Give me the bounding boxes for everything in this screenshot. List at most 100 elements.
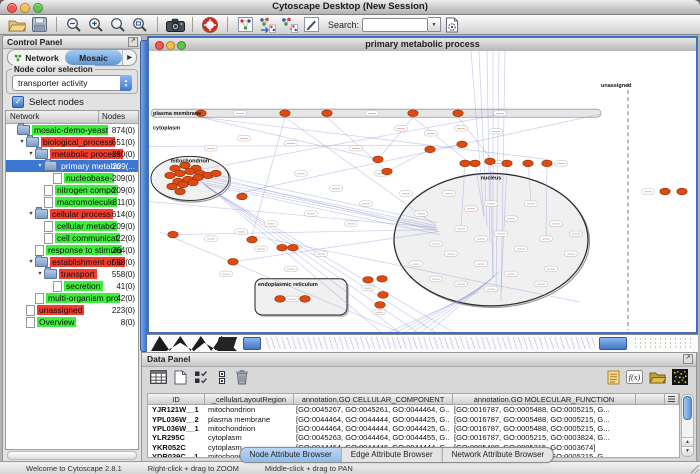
snapshot-icon[interactable]	[165, 16, 185, 34]
table-row[interactable]: YPL036W__1mitochondrion[GO:0044464, GO:0…	[148, 424, 679, 433]
column-header[interactable]: annotation.GO MOLECULAR_FUNCTION	[453, 394, 636, 405]
tree-row-nitrogen-compo[interactable]: nitrogen compo209(0)	[6, 184, 138, 196]
tree-row-transport[interactable]: ▼transport558(0)	[6, 268, 138, 280]
search-dropdown-button[interactable]: ▼	[428, 17, 441, 32]
attribute-editor-icon[interactable]	[607, 370, 620, 390]
tree-row-overview[interactable]: Overview8(0)	[6, 316, 138, 328]
select-nodes-checkbox[interactable]: ✓	[12, 96, 24, 108]
tree-row-secretion[interactable]: secretion41(0)	[6, 280, 138, 292]
tab-mosaic[interactable]: Mosaic	[65, 50, 122, 65]
scroll-down-button[interactable]: ▼	[682, 446, 693, 456]
gene-node[interactable]	[373, 156, 383, 163]
background-hscroll-thumb[interactable]	[599, 337, 627, 350]
gene-node[interactable]	[188, 179, 198, 186]
float-panel-icon[interactable]: ↗	[128, 37, 138, 47]
network-window-titlebar[interactable]: primary metabolic process	[149, 38, 696, 52]
gene-node[interactable]	[363, 277, 373, 284]
gene-node[interactable]	[175, 170, 185, 177]
tree-row-cellular-metabo[interactable]: cellular metabo209(0)	[6, 220, 138, 232]
node-color-select[interactable]: transporter activity ▲▼	[12, 75, 132, 91]
import-attributes-icon[interactable]	[649, 371, 666, 389]
gene-node[interactable]	[408, 110, 418, 117]
gene-node[interactable]	[425, 146, 435, 153]
zoom-selected-icon[interactable]	[108, 16, 128, 34]
tab-network[interactable]: Network	[8, 50, 65, 65]
gene-node[interactable]	[288, 244, 298, 251]
gene-node[interactable]	[167, 183, 177, 190]
gene-node[interactable]	[457, 141, 467, 148]
tree-row-cellular-process[interactable]: ▼cellular process614(0)	[6, 208, 138, 220]
network-modify-icon[interactable]	[257, 16, 277, 34]
control-panel-hscrollbar[interactable]	[7, 451, 137, 460]
zoom-out-icon[interactable]	[64, 16, 84, 34]
gene-node[interactable]	[185, 168, 195, 175]
select-attributes-icon[interactable]	[194, 370, 211, 390]
gene-node[interactable]	[275, 296, 285, 303]
gene-node[interactable]	[280, 110, 290, 117]
tree-row-cell-communicat[interactable]: cell communicat22(0)	[6, 232, 138, 244]
network-destroy-icon[interactable]	[279, 16, 299, 34]
table-row[interactable]: YJR121W__1mitochondrion[GO:0045267, GO:0…	[148, 405, 679, 414]
help-icon[interactable]	[200, 16, 220, 34]
gene-node[interactable]	[502, 160, 512, 167]
tree-row-unassigned[interactable]: unassigned223(0)	[6, 304, 138, 316]
gene-node[interactable]	[247, 236, 257, 243]
tab-network-attribute-browser[interactable]: Network Attribute Browser	[442, 448, 553, 462]
attribute-table-icon[interactable]	[150, 370, 167, 389]
column-header[interactable]: _cellularLayoutRegion	[205, 394, 294, 405]
gene-node[interactable]	[300, 296, 310, 303]
gene-node[interactable]	[485, 158, 495, 165]
annotation-icon[interactable]	[301, 16, 321, 34]
gene-node[interactable]	[460, 160, 470, 167]
search-input[interactable]	[362, 18, 428, 32]
tree-row-metabolic-process[interactable]: ▼metabolic process280(0)	[6, 148, 138, 160]
tree-row-primary-metabo[interactable]: ▼primary metabo209(...	[6, 160, 138, 172]
float-panel-icon[interactable]: ↗	[683, 354, 693, 364]
gene-node[interactable]	[470, 160, 480, 167]
gene-node[interactable]	[211, 170, 221, 177]
gene-node[interactable]	[378, 292, 388, 299]
column-options-icon[interactable]	[665, 394, 679, 405]
save-session-icon[interactable]	[29, 16, 49, 34]
tab-overflow-button[interactable]: ▶	[122, 50, 136, 65]
title-bar[interactable]: Cytoscape Desktop (New Session)	[0, 0, 700, 15]
gene-node[interactable]	[322, 110, 332, 117]
gene-node[interactable]	[453, 110, 463, 117]
attribute-table-scrollbar[interactable]: ▲ ▼	[681, 394, 694, 457]
expander-icon[interactable]: ▼	[27, 151, 35, 157]
new-attribute-icon[interactable]	[174, 370, 187, 390]
tree-row-macromolecule[interactable]: macromolecule311(0)	[6, 196, 138, 208]
gene-node[interactable]	[523, 160, 533, 167]
gene-node[interactable]	[175, 188, 185, 195]
attribute-matrix-icon[interactable]	[672, 369, 688, 390]
gene-node[interactable]	[377, 275, 387, 282]
zoom-fit-icon[interactable]	[130, 16, 150, 34]
tree-row-establishment-of-lo[interactable]: ▼establishment of lo558(0)	[6, 256, 138, 268]
gene-node[interactable]	[165, 172, 175, 179]
gene-node[interactable]	[237, 193, 247, 200]
network-overview-icon[interactable]	[235, 16, 255, 34]
gene-node[interactable]	[168, 231, 178, 238]
delete-attribute-icon[interactable]	[235, 369, 249, 390]
table-row[interactable]: YPL036W__2plasma membrane[GO:0044464, GO…	[148, 414, 679, 423]
scrollbar-thumb[interactable]	[683, 396, 692, 420]
tree-row-response-to-stimulu[interactable]: response to stimulu264(0)	[6, 244, 138, 256]
tab-node-attribute-browser[interactable]: Node Attribute Browser	[241, 448, 341, 462]
expander-icon[interactable]: ▼	[36, 271, 44, 277]
tree-row-biological-process[interactable]: ▼biological_process651(0)	[6, 136, 138, 148]
tree-row-mosaic-demo-yeast[interactable]: mosaic-demo-yeast874(0)	[6, 124, 138, 136]
open-file-icon[interactable]	[7, 16, 27, 34]
column-header[interactable]: annotation.GO CELLULAR_COMPONENT	[294, 394, 453, 405]
gene-node[interactable]	[228, 258, 238, 265]
gene-node[interactable]	[677, 188, 687, 195]
resize-grip-icon[interactable]	[689, 463, 699, 473]
tree-row-multi-organism-pro[interactable]: multi-organism pro42(0)	[6, 292, 138, 304]
gene-node[interactable]	[277, 244, 287, 251]
tab-edge-attribute-browser[interactable]: Edge Attribute Browser	[341, 448, 442, 462]
gene-node[interactable]	[375, 302, 385, 309]
expander-icon[interactable]: ▼	[18, 139, 26, 145]
expander-icon[interactable]: ▼	[27, 259, 35, 265]
table-row[interactable]: YLR295Ccytoplasm[GO:0045263, GO:0044464,…	[148, 433, 679, 442]
gene-node[interactable]	[542, 160, 552, 167]
unselect-attributes-icon[interactable]	[218, 370, 228, 390]
